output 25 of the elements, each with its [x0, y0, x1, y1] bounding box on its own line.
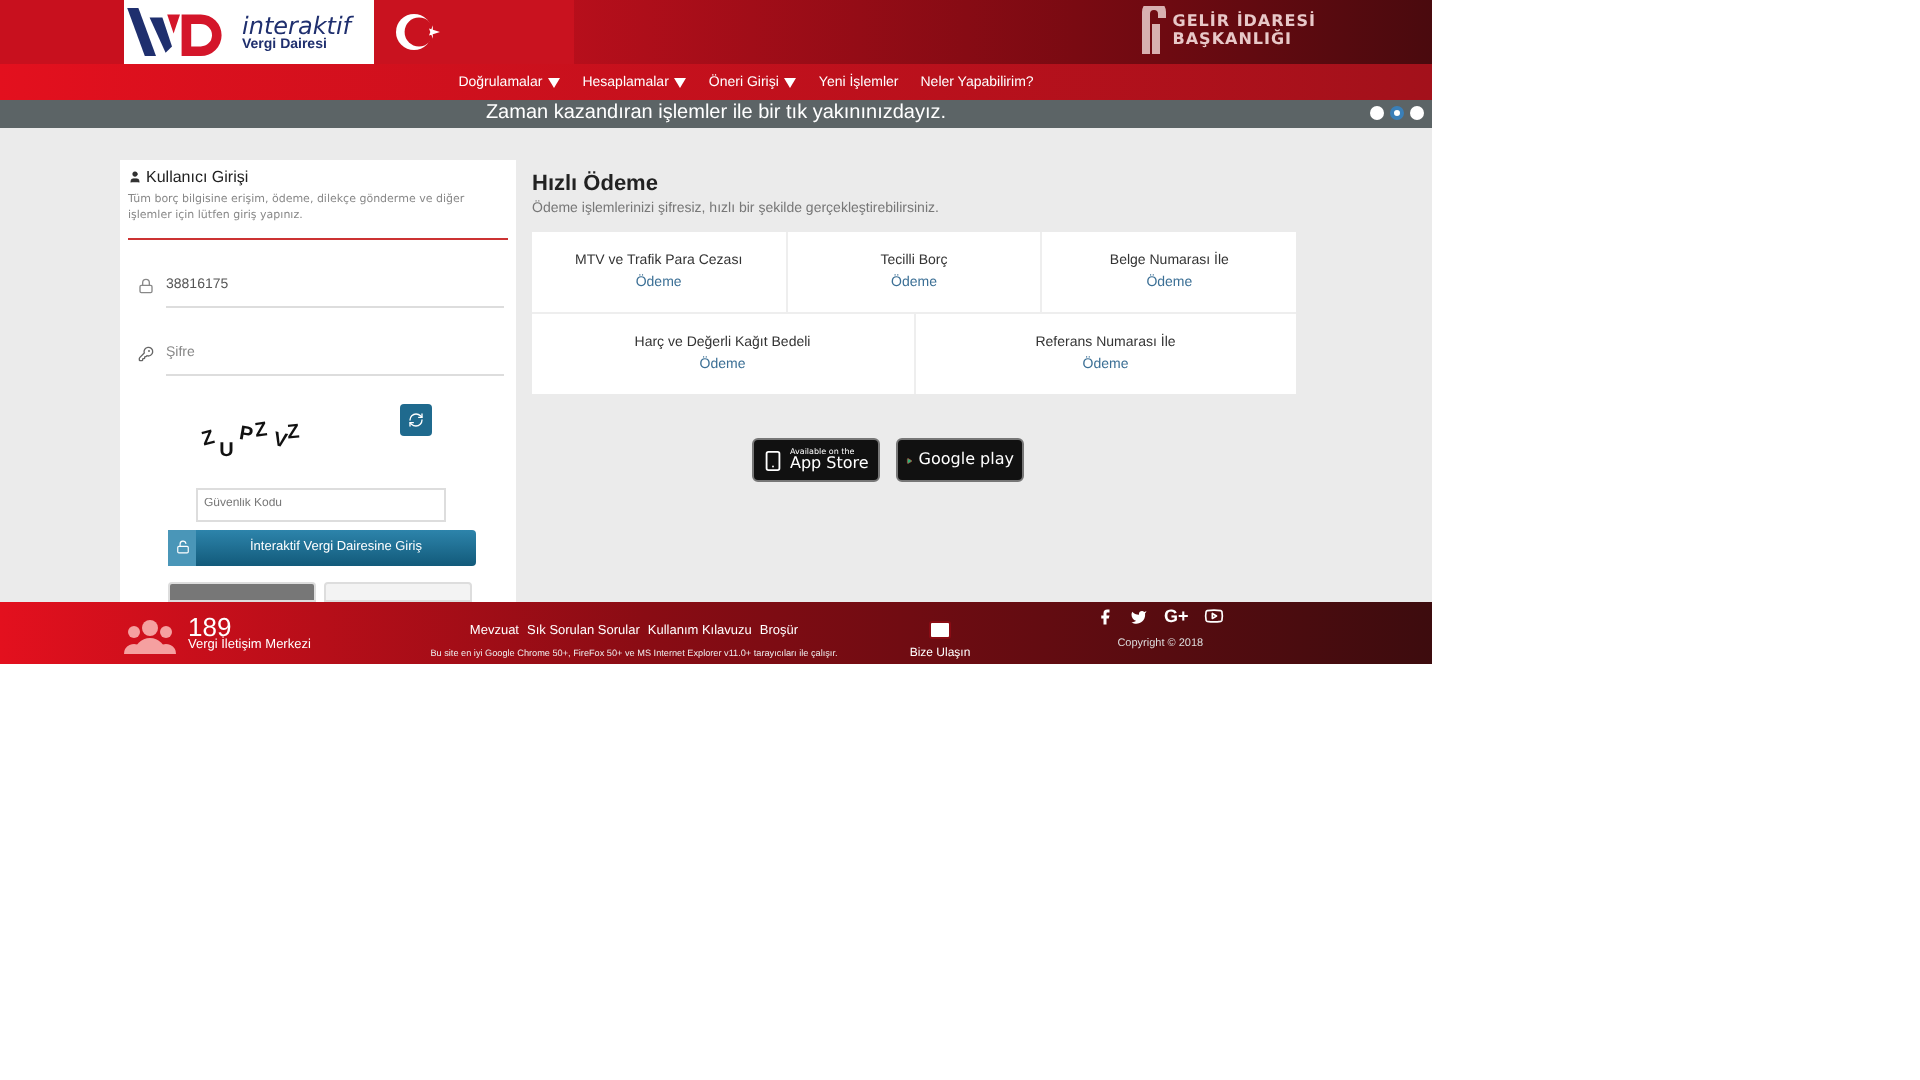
login-title: Kullanıcı Girişi — [128, 168, 508, 186]
slider-dot[interactable] — [1370, 106, 1384, 120]
mail-icon — [928, 618, 952, 642]
banner-text: Zaman kazandıran işlemler ile bir tık yakınınızdayız. — [485, 100, 947, 128]
refresh-button[interactable] — [400, 403, 433, 435]
key-icon — [138, 345, 154, 361]
phone-icon — [762, 449, 784, 471]
secondary-button[interactable] — [168, 581, 316, 601]
captcha-text: ZUPZVZ — [203, 416, 301, 463]
facebook-icon[interactable] — [1096, 607, 1114, 625]
twitter-icon[interactable] — [1130, 607, 1148, 625]
user-icon — [128, 170, 142, 184]
phone-number: 189 — [188, 613, 232, 640]
unlock-icon — [175, 540, 189, 554]
quick-pay-title: Hızlı Ödeme — [532, 172, 660, 196]
agency-name-subtitle: BAŞKANLIĞI — [1172, 32, 1295, 50]
logo-title: interaktif — [242, 13, 352, 37]
agency-name: GELİR İDARESİ — [1172, 14, 1316, 31]
slider-dot[interactable] — [1410, 106, 1424, 120]
store-badge[interactable]: Google play — [896, 438, 1024, 482]
slider-dot[interactable] — [1390, 106, 1404, 120]
lock-icon — [138, 277, 154, 293]
social-link[interactable]: G+ — [1164, 606, 1189, 626]
refresh-icon — [408, 411, 425, 427]
youtube-icon[interactable] — [1204, 606, 1225, 626]
